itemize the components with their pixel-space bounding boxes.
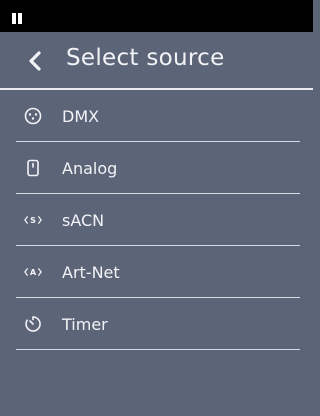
svg-text:A: A	[30, 267, 37, 277]
source-item-label: sACN	[62, 211, 105, 230]
pause-status-icon	[12, 13, 23, 24]
analog-input-icon	[24, 159, 42, 177]
art-net-icon: A	[24, 263, 42, 281]
page-title: Select source	[66, 45, 225, 71]
back-button[interactable]	[26, 51, 46, 71]
divider	[16, 349, 300, 350]
source-item-timer[interactable]: Timer	[0, 298, 313, 350]
svg-text:S: S	[30, 215, 36, 225]
source-item-label: Art-Net	[62, 263, 120, 282]
source-item-label: DMX	[62, 107, 100, 126]
source-item-dmx[interactable]: DMX	[0, 90, 313, 142]
source-item-label: Timer	[62, 315, 108, 334]
source-item-art-net[interactable]: A Art-Net	[0, 246, 313, 298]
source-item-analog[interactable]: Analog	[0, 142, 313, 194]
sacn-icon: S	[24, 211, 42, 229]
timer-icon	[24, 315, 42, 333]
dmx-connector-icon	[24, 107, 42, 125]
chevron-left-icon	[29, 51, 41, 71]
header: Select source	[0, 32, 313, 88]
source-list: DMX Analog S sACN A Art-Net Timer	[0, 90, 313, 350]
source-item-label: Analog	[62, 159, 118, 178]
status-bar	[0, 0, 313, 32]
source-item-sacn[interactable]: S sACN	[0, 194, 313, 246]
